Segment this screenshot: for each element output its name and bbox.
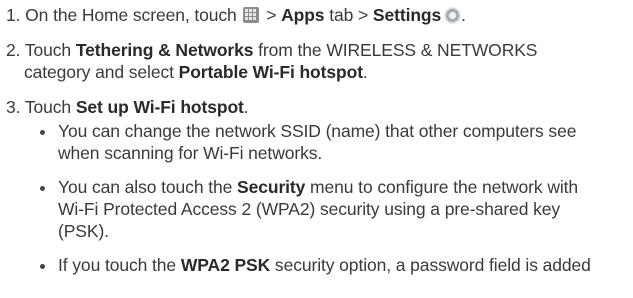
apps-grid-icon — [243, 7, 260, 23]
bullet-text: security option, a password field is add… — [274, 255, 591, 275]
tethering-networks-label: Tethering & Networks — [75, 40, 254, 60]
bullet-1-line-2: when scanning for Wi-Fi networks. — [58, 143, 323, 163]
step-number: 1. — [6, 5, 21, 25]
bullet-3-line-1: If you touch the WPA2 PSK security optio… — [58, 254, 591, 276]
step-text: Touch — [24, 40, 72, 60]
step-text: category and select — [24, 62, 174, 82]
bullet-1-line-1: You can change the network SSID (name) t… — [58, 121, 577, 141]
bullet-dot — [40, 186, 45, 191]
bullet-2-line-3: (PSK). — [58, 221, 109, 241]
step-number: 3. — [6, 97, 21, 117]
step-text: > — [266, 5, 277, 25]
wpa2-psk-label: WPA2 PSK — [180, 255, 271, 275]
bullet-text: menu to configure the network with — [310, 177, 579, 197]
settings-gear-icon — [444, 7, 462, 24]
step-text: tab > — [329, 5, 369, 25]
step-3: 3. Touch Set up Wi-Fi hotspot. — [6, 96, 249, 118]
step-text: . — [362, 62, 368, 82]
security-label: Security — [237, 177, 306, 197]
bullet-2-line-2: Wi-Fi Protected Access 2 (WPA2) security… — [58, 199, 561, 219]
bullet-text: If you touch the — [58, 255, 177, 275]
step-number: 2. — [6, 40, 21, 60]
step-text: Touch — [24, 97, 72, 117]
bullet-dot — [40, 264, 45, 269]
portable-hotspot-label: Portable Wi-Fi hotspot — [178, 62, 363, 82]
step-text: from the WIRELESS & NETWORKS — [258, 40, 538, 60]
step-1: 1. On the Home screen, touch > Apps tab … — [6, 4, 466, 26]
bullet-dot — [40, 130, 45, 135]
step-text: . — [461, 5, 466, 25]
setup-hotspot-label: Set up Wi-Fi hotspot — [75, 97, 244, 117]
instruction-page: 1. On the Home screen, touch > Apps tab … — [0, 0, 633, 298]
settings-label: Settings — [372, 5, 442, 25]
bullet-2-line-1: You can also touch the Security menu to … — [58, 176, 578, 198]
step-text: On the Home screen, touch — [25, 5, 237, 25]
step-text: . — [243, 97, 249, 117]
step-2: 2. Touch Tethering & Networks from the W… — [6, 39, 537, 61]
bullet-text: You can also touch the — [58, 177, 233, 197]
step-2-continued: category and select Portable Wi-Fi hotsp… — [24, 61, 368, 83]
apps-tab-label: Apps — [281, 5, 325, 25]
